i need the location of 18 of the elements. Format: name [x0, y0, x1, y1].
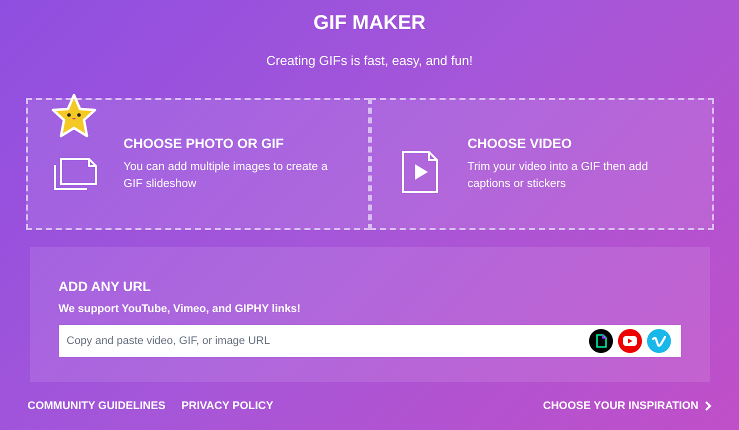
youtube-logo-icon[interactable]: [618, 329, 642, 354]
video-file-icon: [402, 150, 438, 192]
option-title: CHOOSE VIDEO: [468, 135, 573, 154]
vimeo-logo-icon[interactable]: [646, 329, 670, 354]
footer-link[interactable]: PRIVACY POLICY: [181, 398, 274, 414]
giphy-logo-icon[interactable]: [588, 329, 612, 354]
url-panel-subtitle: We support YouTube, Vimeo, and GIPHY links!: [58, 302, 302, 317]
option-title: CHOOSE PHOTO OR GIF: [124, 135, 285, 154]
url-field[interactable]: Copy and paste video, GIF, or image URL: [58, 325, 680, 358]
url-panel-title: ADD ANY URL: [58, 278, 152, 296]
inspiration-link[interactable]: CHOOSE YOUR INSPIRATION: [543, 398, 712, 414]
chevron-right-icon: [704, 400, 712, 411]
page-title: GIF MAKER: [313, 11, 426, 35]
page-subtitle: Creating GIFs is fast, easy, and fun!: [266, 52, 473, 70]
footer-link[interactable]: COMMUNITY GUIDELINES: [28, 398, 166, 414]
option-description: You can add multiple images to create a GIF slideshow: [124, 160, 329, 192]
option-description: Trim your video into a GIF then add captions or stickers: [468, 160, 649, 192]
upload-option-card[interactable]: CHOOSE VIDEO Trim your video into a GIF then add captions or stickers: [370, 98, 714, 230]
